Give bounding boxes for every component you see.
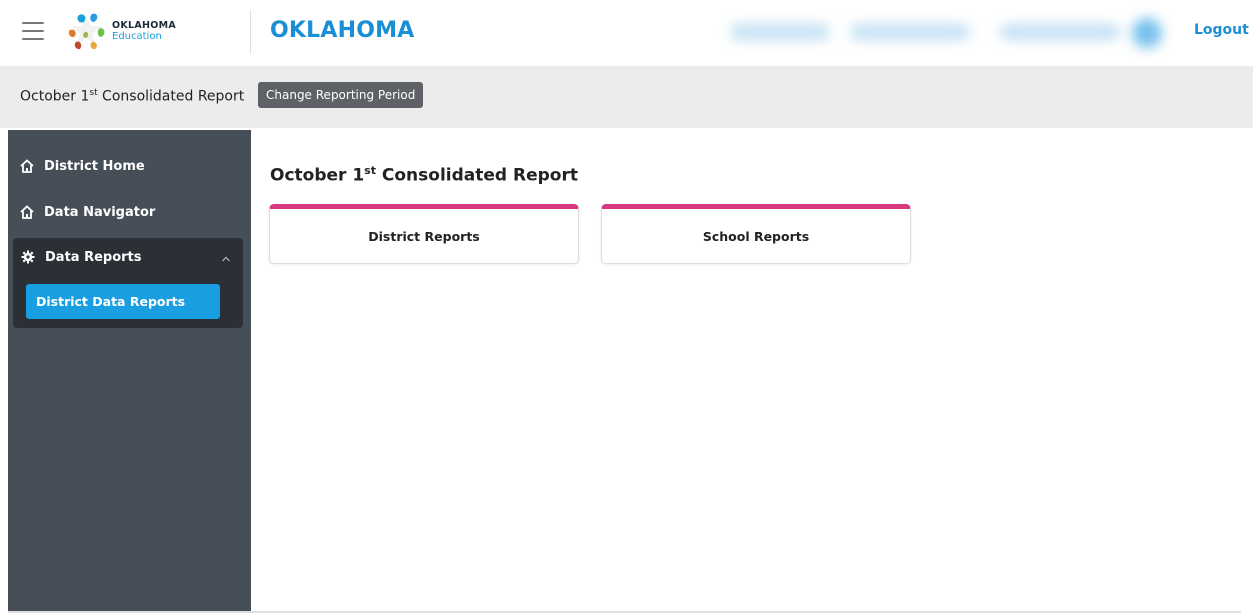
sidebar-item-label: Data Navigator <box>44 204 156 220</box>
redacted-user-info <box>720 10 1180 56</box>
oklahoma-education-logo[interactable]: OKLAHOMA Education <box>64 10 244 54</box>
sidebar-item-district-home[interactable]: District Home <box>20 156 145 176</box>
card-label: School Reports <box>702 228 810 244</box>
reporting-period-title: October 1st Consolidated Report <box>20 88 244 105</box>
sidebar-item-data-reports[interactable]: Data Reports <box>21 247 142 267</box>
top-header: OKLAHOMA Education OKLAHOMA Logout <box>0 0 1253 67</box>
home-icon <box>20 159 34 173</box>
page-title: October 1st Consolidated Report <box>270 164 578 186</box>
header-divider <box>250 10 251 54</box>
change-reporting-period-button[interactable]: Change Reporting Period <box>258 82 424 108</box>
avatar <box>1132 18 1162 48</box>
report-period-bar: October 1st Consolidated Report Change R… <box>0 66 1253 128</box>
title-part: Consolidated Report <box>375 165 578 186</box>
title-part: Consolidated Report <box>97 88 245 105</box>
sidebar-item-label: District Home <box>44 158 145 174</box>
title-sup: st <box>89 88 98 98</box>
sidebar: District Home Data Navigator Data Report… <box>8 130 251 613</box>
app-title: OKLAHOMA <box>270 18 415 43</box>
card-label: District Reports <box>368 228 480 244</box>
title-sup: st <box>364 164 376 177</box>
hamburger-menu-icon[interactable] <box>22 22 44 40</box>
home-icon <box>20 205 34 219</box>
logout-link[interactable]: Logout <box>1194 22 1249 38</box>
sidebar-item-data-navigator[interactable]: Data Navigator <box>20 202 155 222</box>
logo-text-education: Education <box>112 31 162 42</box>
title-part: October 1 <box>20 88 90 105</box>
sidebar-item-label: Data Reports <box>45 249 142 265</box>
district-reports-card[interactable]: District Reports <box>269 204 579 264</box>
gear-icon <box>21 250 35 264</box>
title-part: October 1 <box>270 165 365 186</box>
chevron-up-icon[interactable] <box>221 254 231 264</box>
star-logo-icon <box>68 13 105 50</box>
school-reports-card[interactable]: School Reports <box>601 204 911 264</box>
logo-text-oklahoma: OKLAHOMA <box>112 20 177 31</box>
sidebar-subitem-district-data-reports[interactable]: District Data Reports <box>26 284 220 319</box>
